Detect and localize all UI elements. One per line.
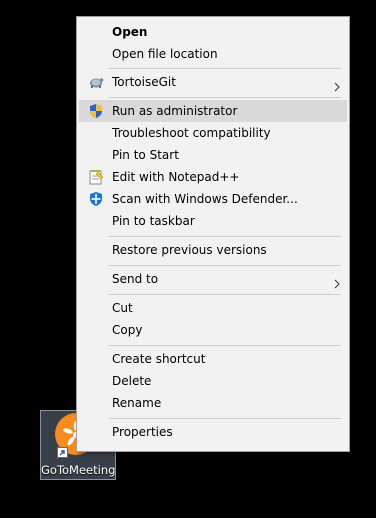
menu-item-pin-to-start[interactable]: Pin to Start — [79, 144, 347, 166]
menu-item-properties[interactable]: Properties — [79, 421, 347, 443]
menu-item-label: Delete — [112, 374, 152, 388]
menu-item-open-file-location[interactable]: Open file location — [79, 43, 347, 65]
menu-item-label: Restore previous versions — [112, 243, 267, 257]
menu-item-create-shortcut[interactable]: Create shortcut — [79, 348, 347, 370]
menu-item-cut[interactable]: Cut — [79, 297, 347, 319]
menu-separator — [109, 294, 341, 295]
menu-separator — [109, 236, 341, 237]
menu-item-label: Create shortcut — [112, 352, 206, 366]
menu-separator — [109, 265, 341, 266]
menu-item-label: Scan with Windows Defender... — [112, 192, 298, 206]
windows-defender-icon — [88, 191, 104, 207]
desktop-icon-label: GoToMeeting — [41, 463, 116, 477]
menu-item-label: Open — [112, 25, 148, 39]
menu-separator — [109, 345, 341, 346]
menu-item-label: Rename — [112, 396, 162, 410]
shortcut-arrow-icon — [57, 447, 68, 458]
menu-separator — [109, 97, 341, 98]
menu-item-open[interactable]: Open — [79, 21, 347, 43]
menu-item-label: TortoiseGit — [112, 75, 176, 89]
menu-item-label: Open file location — [112, 47, 218, 61]
menu-item-label: Troubleshoot compatibility — [112, 126, 271, 140]
menu-item-label: Send to — [112, 272, 159, 286]
menu-item-label: Edit with Notepad++ — [112, 170, 240, 184]
menu-item-troubleshoot-compatibility[interactable]: Troubleshoot compatibility — [79, 122, 347, 144]
menu-item-pin-to-taskbar[interactable]: Pin to taskbar — [79, 210, 347, 232]
menu-item-delete[interactable]: Delete — [79, 370, 347, 392]
menu-item-tortoisegit[interactable]: TortoiseGit — [79, 71, 347, 93]
menu-item-label: Cut — [112, 301, 133, 315]
notepad-plus-plus-icon — [88, 169, 104, 185]
menu-item-label: Copy — [112, 323, 143, 337]
menu-item-label: Run as administrator — [112, 104, 238, 118]
menu-item-edit-with-notepad[interactable]: Edit with Notepad++ — [79, 166, 347, 188]
tortoisegit-icon — [88, 74, 104, 90]
menu-item-restore-previous-versions[interactable]: Restore previous versions — [79, 239, 347, 261]
menu-item-send-to[interactable]: Send to — [79, 268, 347, 290]
menu-separator — [109, 68, 341, 69]
chevron-right-icon — [333, 77, 341, 92]
menu-separator — [109, 418, 341, 419]
menu-item-label: Pin to Start — [112, 148, 179, 162]
menu-item-label: Properties — [112, 425, 173, 439]
menu-item-run-as-administrator[interactable]: Run as administrator — [79, 100, 347, 122]
uac-shield-icon — [88, 103, 104, 119]
chevron-right-icon — [333, 274, 341, 289]
menu-item-label: Pin to taskbar — [112, 214, 195, 228]
menu-item-copy[interactable]: Copy — [79, 319, 347, 341]
menu-item-scan-with-windows-defender[interactable]: Scan with Windows Defender... — [79, 188, 347, 210]
context-menu: Open Open file location TortoiseGit Run … — [76, 16, 350, 452]
menu-item-rename[interactable]: Rename — [79, 392, 347, 414]
